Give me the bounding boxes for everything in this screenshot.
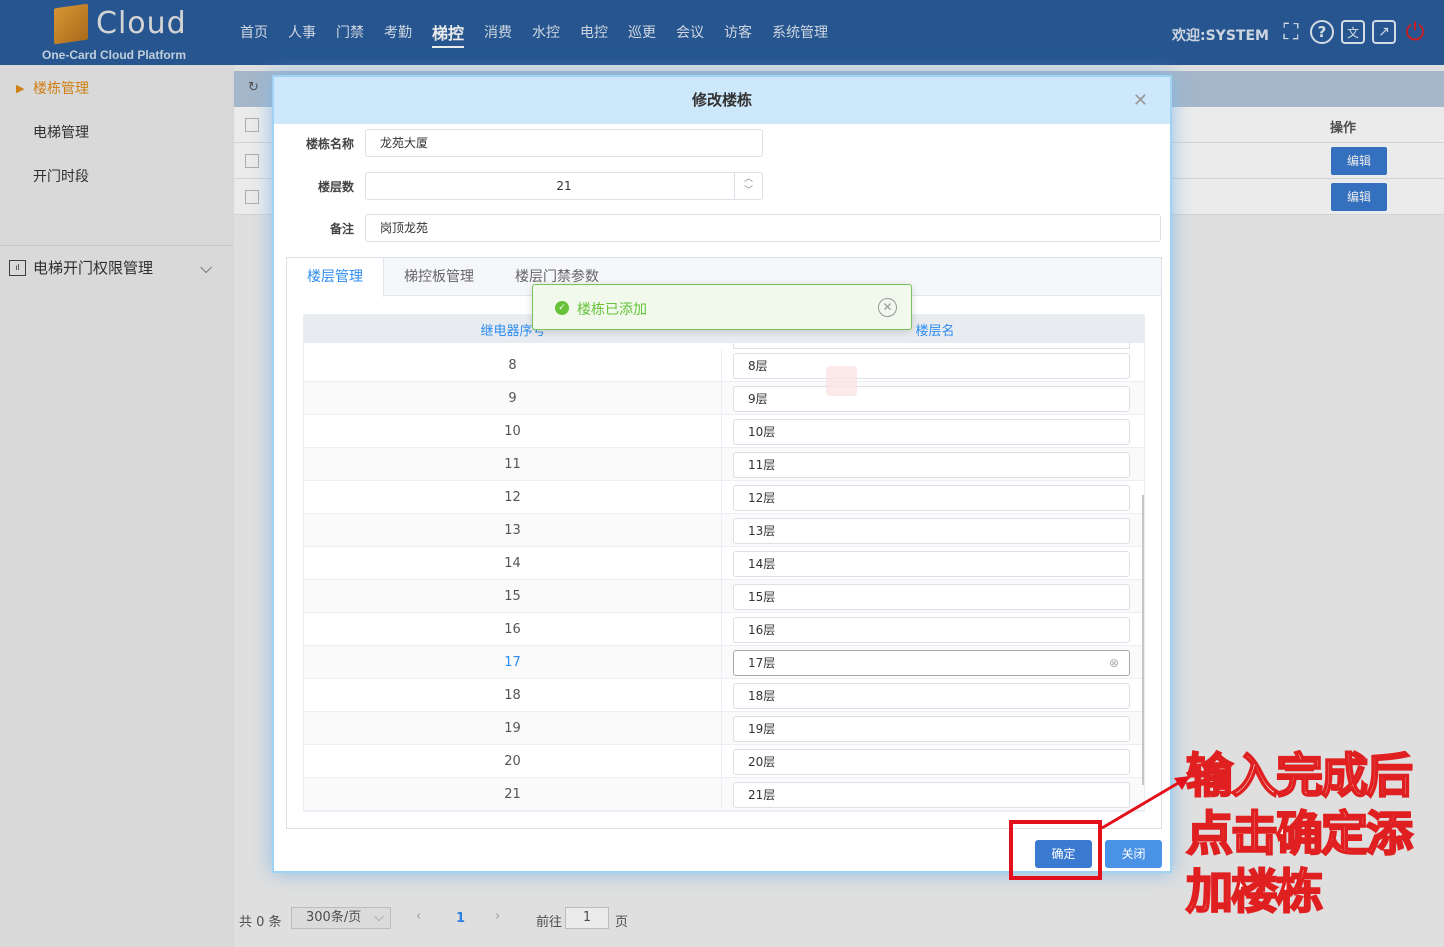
- relay-number: 19: [304, 712, 722, 745]
- table-row: 19 19层: [304, 712, 1144, 745]
- close-icon[interactable]: ✕: [1133, 77, 1148, 124]
- tab-board-management[interactable]: 梯控板管理: [393, 258, 485, 296]
- table-row: 13 13层: [304, 514, 1144, 547]
- tab-floor-management[interactable]: 楼层管理: [287, 258, 384, 297]
- toast-message: 楼栋已添加: [577, 302, 647, 318]
- floor-table: 继电器序号 楼层名 8 8层 9 9层 10 10层 11 11层 12 12层 13 13层 14 14…: [303, 314, 1145, 812]
- edit-building-dialog: 修改楼栋 ✕ 楼栋名称 龙苑大厦 楼层数 21 ︿ ﹀ 备注 岗顶龙苑 楼层管理 …: [272, 75, 1172, 873]
- floor-name-input[interactable]: 17层 ⊗: [733, 650, 1130, 676]
- floor-name-value: 14层: [748, 557, 776, 571]
- floor-name-value: 21层: [748, 788, 776, 802]
- relay-number: 18: [304, 679, 722, 712]
- stepper-arrows[interactable]: ︿ ﹀: [734, 173, 762, 199]
- floor-name-value: 18层: [748, 689, 776, 703]
- floor-name-input[interactable]: 8层: [733, 353, 1130, 379]
- table-row: 16 16层: [304, 613, 1144, 646]
- highlight-box: [1009, 820, 1102, 880]
- floor-name-input[interactable]: 10层: [733, 419, 1130, 445]
- floor-name-value: 11层: [748, 458, 776, 472]
- relay-number: 17: [304, 646, 722, 679]
- table-row: 18 18层: [304, 679, 1144, 712]
- annotation-line-1: 输入完成后: [1185, 748, 1414, 805]
- relay-number: 13: [304, 514, 722, 547]
- check-icon: ✓: [555, 301, 569, 315]
- floor-name-input[interactable]: 12层: [733, 485, 1130, 511]
- floor-name-value: 9层: [748, 392, 768, 406]
- building-name-input[interactable]: 龙苑大厦: [365, 129, 763, 157]
- chevron-down-icon[interactable]: ﹀: [744, 186, 753, 196]
- relay-number: 16: [304, 613, 722, 646]
- table-row: 11 11层: [304, 448, 1144, 481]
- table-row: 12 12层: [304, 481, 1144, 514]
- table-row: 8 8层: [304, 349, 1144, 382]
- annotation-line-3: 加楼栋: [1185, 864, 1324, 921]
- annotation-line-2: 点击确定添: [1185, 806, 1414, 863]
- relay-number: 15: [304, 580, 722, 613]
- floor-name-input[interactable]: 11层: [733, 452, 1130, 478]
- table-row: 20 20层: [304, 745, 1144, 778]
- floor-name-value: 12层: [748, 491, 776, 505]
- success-toast: ✓ 楼栋已添加 ✕: [532, 284, 912, 330]
- floor-name-input[interactable]: 20层: [733, 749, 1130, 775]
- table-row: 17 17层 ⊗: [304, 646, 1144, 679]
- scrollbar[interactable]: [1142, 495, 1144, 785]
- floor-name-value: 10层: [748, 425, 776, 439]
- relay-number: 8: [304, 349, 722, 382]
- table-row: 14 14层: [304, 547, 1144, 580]
- floor-name-value: 15层: [748, 590, 776, 604]
- dialog-header: 修改楼栋 ✕: [274, 77, 1170, 124]
- floor-count-value: 21: [556, 179, 572, 193]
- relay-number: 14: [304, 547, 722, 580]
- clear-icon[interactable]: ⊗: [1109, 651, 1119, 675]
- dialog-title: 修改楼栋: [691, 91, 752, 109]
- name-label: 楼栋名称: [305, 137, 354, 151]
- table-row: 10 10层: [304, 415, 1144, 448]
- close-icon[interactable]: ✕: [878, 298, 897, 317]
- relay-number: 21: [304, 778, 722, 811]
- floor-name-input[interactable]: 14层: [733, 551, 1130, 577]
- floor-name-value: 13层: [748, 524, 776, 538]
- table-row: 21 21层: [304, 778, 1144, 811]
- floor-tabs: 楼层管理 梯控板管理 楼层门禁参数 继电器序号 楼层名 8 8层 9 9层 10 10层 1…: [286, 257, 1162, 829]
- relay-number: 12: [304, 481, 722, 514]
- floor-name-input[interactable]: 16层: [733, 617, 1130, 643]
- floor-name-input[interactable]: 9层: [733, 386, 1130, 412]
- floor-name-input[interactable]: 19层: [733, 716, 1130, 742]
- relay-number: 11: [304, 448, 722, 481]
- floor-name-input[interactable]: 21层: [733, 782, 1130, 808]
- floor-name-value: 20层: [748, 755, 776, 769]
- floor-name-input[interactable]: 15层: [733, 584, 1130, 610]
- close-button[interactable]: 关闭: [1105, 840, 1162, 868]
- relay-number: 20: [304, 745, 722, 778]
- relay-number: 9: [304, 382, 722, 415]
- search-icon: [826, 366, 857, 396]
- annotation-arrow: [1101, 776, 1190, 830]
- floor-name-value: 19层: [748, 722, 776, 736]
- floor-name-input[interactable]: 13层: [733, 518, 1130, 544]
- remark-input[interactable]: 岗顶龙苑: [365, 214, 1161, 242]
- relay-number: 10: [304, 415, 722, 448]
- table-row: 9 9层: [304, 382, 1144, 415]
- floor-name-input[interactable]: 18层: [733, 683, 1130, 709]
- floor-count-stepper[interactable]: 21 ︿ ﹀: [365, 172, 763, 200]
- floor-name-value: 8层: [748, 359, 768, 373]
- chevron-up-icon[interactable]: ︿: [744, 174, 753, 184]
- annotation-text: 输入完成后 点击确定添 加楼栋: [1185, 748, 1436, 922]
- floors-label: 楼层数: [317, 180, 354, 194]
- remark-label: 备注: [329, 222, 354, 236]
- table-row: 15 15层: [304, 580, 1144, 613]
- floor-name-value: 17层: [748, 656, 776, 670]
- floor-name-value: 16层: [748, 623, 776, 637]
